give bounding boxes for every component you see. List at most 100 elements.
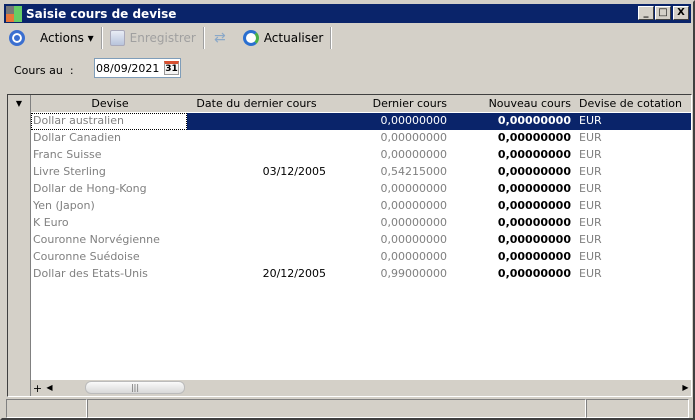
refresh-icon bbox=[242, 29, 259, 46]
cell-date[interactable]: 20/12/2005 bbox=[187, 266, 332, 283]
cell-devise[interactable]: K Euro bbox=[31, 215, 187, 232]
cell-nouveau-cours[interactable]: 0,00000000 bbox=[450, 266, 574, 283]
cell-nouveau-cours[interactable]: 0,00000000 bbox=[450, 198, 574, 215]
calendar-icon[interactable]: 31 bbox=[164, 61, 179, 75]
cell-date[interactable] bbox=[187, 215, 332, 232]
cell-dernier-cours[interactable]: 0,00000000 bbox=[332, 232, 450, 249]
cell-date[interactable] bbox=[187, 198, 332, 215]
cell-date[interactable] bbox=[187, 232, 332, 249]
cell-devise-cotation[interactable]: EUR bbox=[574, 164, 692, 181]
cell-date[interactable] bbox=[187, 113, 332, 130]
status-panel bbox=[586, 399, 689, 418]
cell-devise-cotation[interactable]: EUR bbox=[574, 130, 692, 147]
window-title: Saisie cours de devise bbox=[26, 6, 177, 21]
column-chooser-icon[interactable]: ▼ bbox=[8, 95, 30, 112]
horizontal-scrollbar[interactable]: + ◀ ||| ▶ bbox=[31, 380, 691, 396]
cell-dernier-cours[interactable]: 0,00000000 bbox=[332, 249, 450, 266]
table-row[interactable]: Dollar Canadien 0,00000000 0,00000000 EUR bbox=[31, 130, 691, 147]
column-header-devise[interactable]: Devise bbox=[31, 95, 187, 112]
sync-icon: ⇄ bbox=[213, 29, 226, 46]
title-bar: Saisie cours de devise _ □ X bbox=[4, 4, 691, 23]
date-label: Cours au : bbox=[14, 64, 74, 77]
scroll-track[interactable]: ||| bbox=[55, 381, 680, 395]
cell-date[interactable] bbox=[187, 147, 332, 164]
sync-button[interactable]: ⇄ bbox=[207, 27, 238, 49]
table-row[interactable]: Franc Suisse 0,00000000 0,00000000 EUR bbox=[31, 147, 691, 164]
cell-devise-cotation[interactable]: EUR bbox=[574, 198, 692, 215]
cell-devise[interactable]: Dollar des Etats-Unis bbox=[31, 266, 187, 283]
cell-dernier-cours[interactable]: 0,00000000 bbox=[332, 198, 450, 215]
cell-devise[interactable]: Livre Sterling bbox=[31, 164, 187, 181]
maximize-button[interactable]: □ bbox=[655, 6, 671, 20]
cell-dernier-cours[interactable]: 0,00000000 bbox=[332, 147, 450, 164]
column-header-dernier-cours[interactable]: Dernier cours bbox=[332, 95, 450, 112]
cell-dernier-cours[interactable]: 0,00000000 bbox=[332, 113, 450, 130]
cell-devise[interactable]: Dollar Canadien bbox=[31, 130, 187, 147]
cell-nouveau-cours[interactable]: 0,00000000 bbox=[450, 181, 574, 198]
cell-dernier-cours[interactable]: 0,00000000 bbox=[332, 181, 450, 198]
column-header-nouveau-cours[interactable]: Nouveau cours bbox=[450, 95, 574, 112]
toolbar-separator bbox=[100, 26, 103, 49]
cell-devise[interactable]: Dollar de Hong-Kong bbox=[31, 181, 187, 198]
cell-devise[interactable]: Dollar australien bbox=[31, 113, 187, 130]
actions-menu-button[interactable]: Actions ▾ bbox=[35, 27, 99, 49]
nav-button[interactable] bbox=[4, 27, 35, 49]
cell-devise-cotation[interactable]: EUR bbox=[574, 215, 692, 232]
cell-nouveau-cours[interactable]: 0,00000000 bbox=[450, 113, 574, 130]
cell-dernier-cours[interactable]: 0,00000000 bbox=[332, 130, 450, 147]
toolbar: Actions ▾ Enregistrer ⇄ Actualiser bbox=[4, 25, 691, 50]
cell-nouveau-cours[interactable]: 0,00000000 bbox=[450, 249, 574, 266]
table-row[interactable]: Livre Sterling 03/12/2005 0,54215000 0,0000… bbox=[31, 164, 691, 181]
cell-dernier-cours[interactable]: 0,00000000 bbox=[332, 215, 450, 232]
status-panel bbox=[87, 399, 586, 418]
cell-nouveau-cours[interactable]: 0,00000000 bbox=[450, 147, 574, 164]
save-button[interactable]: Enregistrer bbox=[105, 27, 201, 49]
add-row-button[interactable]: + bbox=[31, 382, 44, 395]
window: Saisie cours de devise _ □ X Actions ▾ E… bbox=[0, 0, 695, 420]
app-icon bbox=[6, 5, 22, 22]
cell-nouveau-cours[interactable]: 0,00000000 bbox=[450, 164, 574, 181]
minimize-button[interactable]: _ bbox=[638, 6, 654, 20]
date-input[interactable]: 08/09/2021 31 bbox=[94, 58, 181, 78]
cell-dernier-cours[interactable]: 0,54215000 bbox=[332, 164, 450, 181]
cell-nouveau-cours[interactable]: 0,00000000 bbox=[450, 130, 574, 147]
refresh-button[interactable]: Actualiser bbox=[238, 27, 329, 49]
cell-date[interactable] bbox=[187, 130, 332, 147]
cell-devise[interactable]: Couronne Norvégienne bbox=[31, 232, 187, 249]
cell-devise[interactable]: Yen (Japon) bbox=[31, 198, 187, 215]
cell-nouveau-cours[interactable]: 0,00000000 bbox=[450, 215, 574, 232]
cell-date[interactable] bbox=[187, 181, 332, 198]
refresh-label: Actualiser bbox=[263, 30, 324, 45]
save-icon bbox=[109, 29, 125, 46]
column-header-devise-cotation[interactable]: Devise de cotation bbox=[574, 95, 692, 112]
scroll-right-button[interactable]: ▶ bbox=[680, 381, 691, 395]
table-row[interactable]: Couronne Norvégienne 0,00000000 0,00000000… bbox=[31, 232, 691, 249]
scroll-thumb[interactable]: ||| bbox=[85, 381, 185, 394]
column-header-date[interactable]: Date du dernier cours bbox=[187, 95, 332, 112]
table-row[interactable]: Couronne Suédoise 0,00000000 0,00000000 EUR bbox=[31, 249, 691, 266]
close-button[interactable]: X bbox=[673, 6, 689, 20]
table-row[interactable]: Yen (Japon) 0,00000000 0,00000000 EUR bbox=[31, 198, 691, 215]
cell-devise[interactable]: Franc Suisse bbox=[31, 147, 187, 164]
table-row[interactable]: Dollar des Etats-Unis 20/12/2005 0,9900000… bbox=[31, 266, 691, 283]
cell-devise-cotation[interactable]: EUR bbox=[574, 266, 692, 283]
table-row[interactable]: Dollar de Hong-Kong 0,00000000 0,00000000 E… bbox=[31, 181, 691, 198]
cell-devise-cotation[interactable]: EUR bbox=[574, 232, 692, 249]
cell-devise[interactable]: Couronne Suédoise bbox=[31, 249, 187, 266]
cell-nouveau-cours[interactable]: 0,00000000 bbox=[450, 232, 574, 249]
row-header-column: ▼ bbox=[8, 95, 31, 396]
cell-devise-cotation[interactable]: EUR bbox=[574, 181, 692, 198]
grid-header: Devise Date du dernier cours Dernier cou… bbox=[31, 95, 691, 112]
date-value: 08/09/2021 bbox=[96, 61, 160, 75]
toolbar-separator bbox=[202, 26, 205, 49]
table-row[interactable]: K Euro 0,00000000 0,00000000 EUR bbox=[31, 215, 691, 232]
table-row[interactable]: Dollar australien 0,00000000 0,00000000 EUR bbox=[31, 113, 691, 130]
scroll-left-button[interactable]: ◀ bbox=[44, 381, 55, 395]
cell-devise-cotation[interactable]: EUR bbox=[574, 147, 692, 164]
cell-devise-cotation[interactable]: EUR bbox=[574, 113, 692, 130]
cell-devise-cotation[interactable]: EUR bbox=[574, 249, 692, 266]
cell-date[interactable]: 03/12/2005 bbox=[187, 164, 332, 181]
cell-dernier-cours[interactable]: 0,99000000 bbox=[332, 266, 450, 283]
cell-date[interactable] bbox=[187, 249, 332, 266]
status-bar bbox=[6, 399, 689, 418]
